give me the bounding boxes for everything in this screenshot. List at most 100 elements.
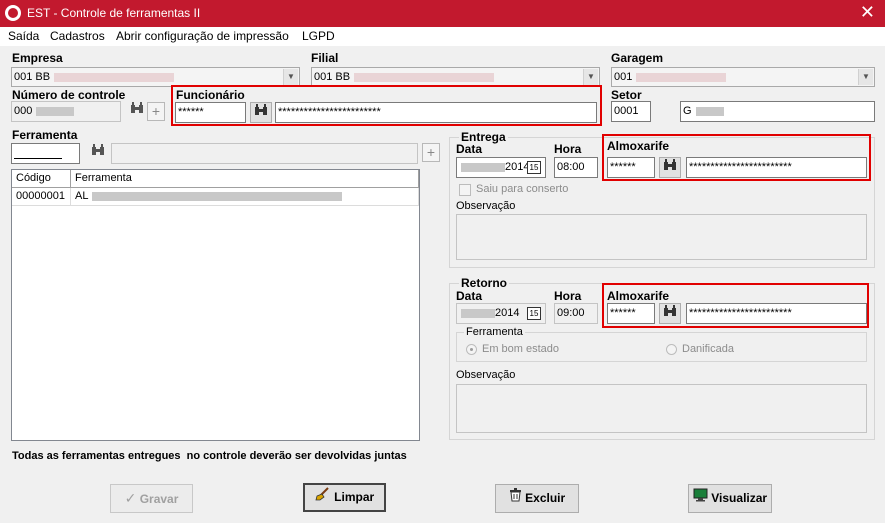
column-header-codigo[interactable]: Código [12,170,71,188]
entrega-data-field[interactable]: 2014 15 [456,157,546,178]
title-bar: EST - Controle de ferramentas II ✕ [0,0,885,27]
excluir-button[interactable]: Excluir [495,484,579,513]
column-header-ferramenta[interactable]: Ferramenta [71,170,419,188]
danificada-label: Danificada [682,343,734,355]
retorno-observacao-field[interactable] [456,384,867,433]
visualizar-label: Visualizar [711,491,768,505]
retorno-hora-label: Hora [554,289,582,303]
ferramenta-code-field[interactable] [11,143,80,164]
menu-item-lgpd[interactable]: LGPD [302,29,335,43]
filial-value: 001 BB [314,71,351,83]
entrega-almoxarife-search-button[interactable] [659,157,681,178]
caret-underline [14,158,62,159]
retorno-title: Retorno [459,276,509,290]
entrega-almoxarife-code-field[interactable]: ****** [607,157,655,178]
entrega-observacao-field[interactable] [456,214,867,260]
retorno-almoxarife-search-button[interactable] [659,303,681,324]
redacted-text [461,162,505,172]
cell-ferramenta-value: AL [75,190,89,202]
ferramenta-label: Ferramenta [12,128,78,142]
garagem-value: 001 [614,71,633,83]
retorno-almoxarife-name-field[interactable]: ************************ [686,303,867,324]
redacted-text [461,308,495,318]
filial-label: Filial [311,51,339,65]
redacted-text [636,72,727,82]
setor-name-field[interactable]: G [680,101,875,122]
redacted-text [695,106,724,116]
empresa-label: Empresa [12,51,63,65]
empresa-value: 001 BB [14,71,51,83]
garagem-label: Garagem [611,51,664,65]
saiu-conserto-checkbox[interactable] [459,184,471,196]
entrega-obs-label: Observação [456,200,516,212]
entrega-hora-field[interactable]: 08:00 [554,157,598,178]
ferramenta-estado-title: Ferramenta [464,326,525,338]
danificada-radio[interactable] [666,344,677,355]
bom-estado-label: Em bom estado [482,343,560,355]
limpar-label: Limpar [334,490,375,504]
funcionario-search-button[interactable] [250,102,272,123]
add-ferramenta-button[interactable]: + [422,143,440,162]
grid-header: Código Ferramenta [12,170,419,188]
close-icon[interactable]: ✕ [860,3,875,21]
visualizar-button[interactable]: Visualizar [688,484,772,513]
cell-codigo: 00000001 [12,188,71,206]
ferramenta-name-field [111,143,418,164]
app-logo-icon [5,5,21,21]
chevron-down-icon[interactable]: ▼ [283,69,298,85]
retorno-obs-label: Observação [456,369,516,381]
entrega-data-label: Data [456,142,483,156]
ferramentas-grid[interactable]: Código Ferramenta 00000001 AL [11,169,420,441]
saiu-conserto-label: Saiu para conserto [476,183,569,195]
binoculars-icon[interactable] [126,101,148,122]
add-controle-button[interactable]: + [147,102,165,121]
trash-icon [509,488,525,505]
plus-icon: + [426,144,436,160]
retorno-data-label: Data [456,289,483,303]
retorno-almoxarife-code-field[interactable]: ****** [607,303,655,324]
controle-value: 000 [14,105,33,117]
redacted-text [36,106,75,116]
menu-item-cadastros[interactable]: Cadastros [50,29,105,43]
menu-item-saida[interactable]: Saída [8,29,39,43]
retorno-data-field[interactable]: 2014 15 [456,303,546,324]
setor-code-field[interactable]: 0001 [611,101,651,122]
controle-label: Número de controle [12,88,126,102]
retorno-hora-field[interactable]: 09:00 [554,303,598,324]
gravar-button[interactable]: ✓ Gravar [110,484,193,513]
devolucao-note: Todas as ferramentas entregues no contro… [12,450,407,462]
bom-estado-radio[interactable] [466,344,477,355]
setor-label: Setor [611,88,642,102]
funcionario-name-field[interactable]: ************************ [275,102,597,123]
redacted-text [54,72,175,82]
calendar-icon[interactable]: 15 [527,307,541,320]
table-row[interactable]: 00000001 AL [12,188,419,206]
filial-select[interactable]: 001 BB ▼ [311,67,600,87]
redacted-text [354,72,495,82]
binoculars-icon[interactable] [87,143,109,164]
plus-icon: + [151,103,161,119]
controle-field[interactable]: 000 [11,101,121,122]
funcionario-code-field[interactable]: ****** [175,102,246,123]
entrega-almoxarife-name-field[interactable]: ************************ [686,157,867,178]
chevron-down-icon[interactable]: ▼ [583,69,598,85]
calendar-icon[interactable]: 15 [527,161,541,174]
monitor-icon [693,488,711,505]
excluir-label: Excluir [525,491,566,505]
gravar-label: Gravar [139,492,179,506]
redacted-text [92,191,343,201]
entrega-data-value: 2014 [505,161,530,173]
cell-ferramenta: AL [71,188,419,206]
binoculars-icon [664,305,676,316]
chevron-down-icon[interactable]: ▼ [858,69,873,85]
garagem-select[interactable]: 001 ▼ [611,67,875,87]
entrega-almoxarife-label: Almoxarife [607,139,670,153]
empresa-select[interactable]: 001 BB ▼ [11,67,300,87]
binoculars-icon [255,104,267,115]
retorno-almoxarife-label: Almoxarife [607,289,670,303]
limpar-button[interactable]: Limpar [303,483,386,512]
retorno-data-value: 2014 [495,307,520,319]
setor-name-value: G [683,105,692,117]
menu-bar: Saída Cadastros Abrir configuração de im… [0,27,885,46]
menu-item-configuracao-impressao[interactable]: Abrir configuração de impressão [116,29,289,43]
